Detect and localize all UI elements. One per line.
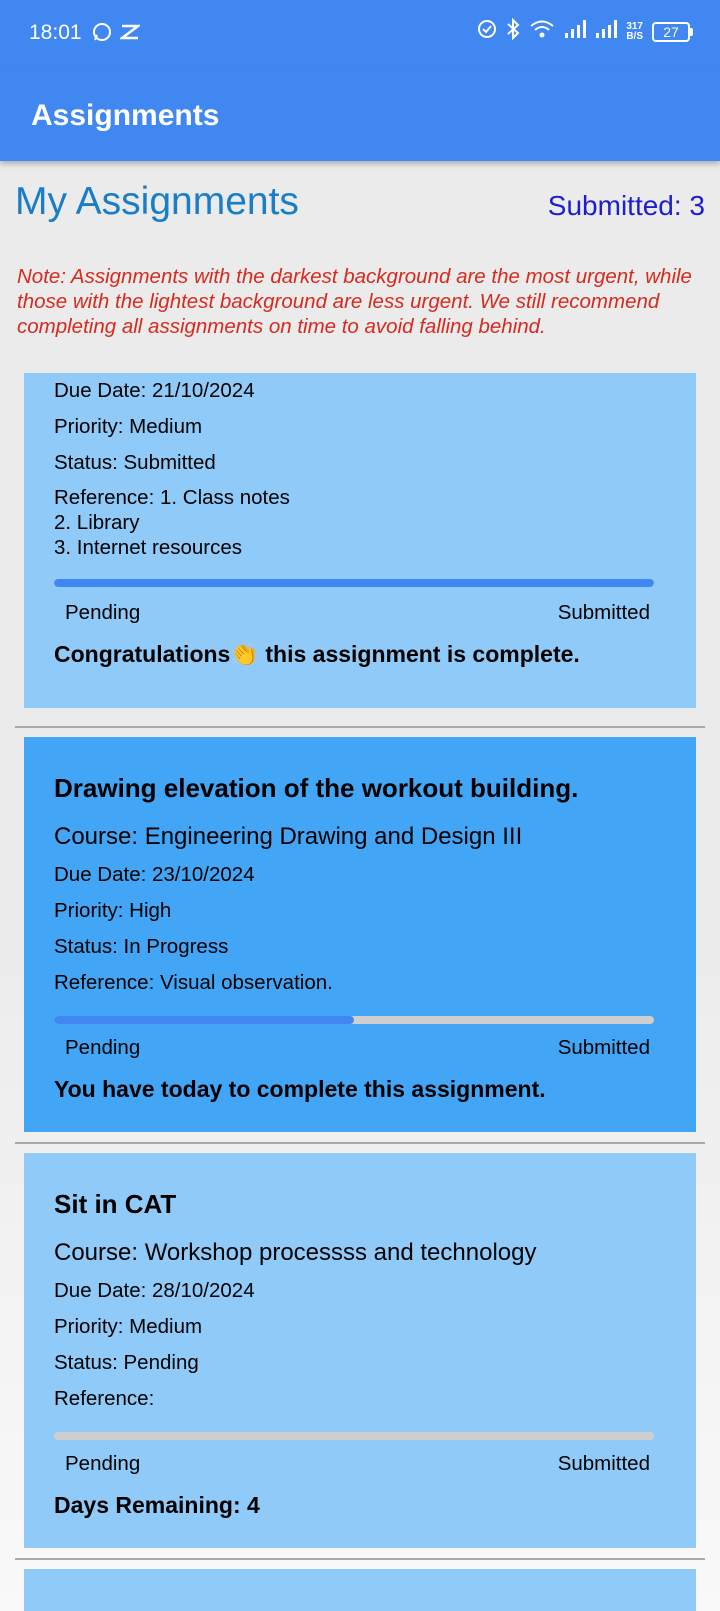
priority: Priority: Medium <box>54 415 203 438</box>
reference: Reference: Visual observation. <box>54 971 333 994</box>
submitted-label: Submitted <box>557 601 650 624</box>
battery-icon: 27 <box>652 21 693 42</box>
assignment-title: Drawing elevation of the workout buildin… <box>54 773 579 803</box>
pending-label: Pending <box>65 1036 141 1059</box>
notification-icon <box>118 22 142 47</box>
assignment-card[interactable] <box>24 1569 696 1611</box>
signal-icon <box>564 19 587 44</box>
bluetooth-icon <box>506 17 520 45</box>
network-speed: 317 B/S <box>626 20 643 42</box>
priority: Priority: High <box>54 899 172 922</box>
priority: Priority: Medium <box>54 1315 203 1338</box>
pending-label: Pending <box>65 1452 141 1475</box>
signal-icon-2 <box>595 19 618 44</box>
assignment-card[interactable]: Due Date: 21/10/2024 Priority: Medium St… <box>24 373 696 708</box>
status: Status: Pending <box>54 1351 199 1374</box>
status-time: 18:01 <box>29 21 82 44</box>
app-bar-title: Assignments <box>31 99 220 132</box>
status-bar: 18:01 317 B/S 27 <box>0 0 720 68</box>
assignment-message: Congratulations👏 this assignment is comp… <box>54 641 580 667</box>
assignment-card[interactable]: Sit in CAT Course: Workshop processss an… <box>24 1153 696 1548</box>
submitted-label: Submitted <box>557 1036 650 1059</box>
divider <box>15 1142 705 1144</box>
assignment-list[interactable]: Due Date: 21/10/2024 Priority: Medium St… <box>0 373 720 1611</box>
assignment-message: Days Remaining: 4 <box>54 1492 260 1518</box>
reference: Reference: <box>54 1387 155 1410</box>
due-date: Due Date: 23/10/2024 <box>54 863 255 886</box>
assignment-message: You have today to complete this assignme… <box>54 1076 546 1102</box>
submitted-count: Submitted: 3 <box>547 190 705 221</box>
progress-bar <box>54 1432 654 1440</box>
divider <box>15 1558 705 1560</box>
app-bar: Assignments <box>0 68 720 161</box>
progress-bar <box>54 579 654 587</box>
course: Course: Workshop processss and technolog… <box>54 1239 537 1266</box>
reference: Reference: 1. Class notes 2. Library 3. … <box>54 486 290 559</box>
clapping-hands-icon: 👏 <box>230 641 259 667</box>
urgency-note: Note: Assignments with the darkest backg… <box>17 265 692 338</box>
assignment-title: Sit in CAT <box>54 1189 177 1219</box>
course: Course: Engineering Drawing and Design I… <box>54 823 523 850</box>
status: Status: Submitted <box>54 451 216 474</box>
due-date: Due Date: 21/10/2024 <box>54 379 255 402</box>
whatsapp-icon <box>92 22 112 47</box>
progress-fill <box>54 579 654 587</box>
progress-bar <box>54 1016 654 1024</box>
page-title: My Assignments <box>15 180 299 223</box>
divider <box>15 726 705 728</box>
submitted-label: Submitted <box>557 1452 650 1475</box>
data-saver-icon <box>477 19 497 44</box>
status: Status: In Progress <box>54 935 229 958</box>
due-date: Due Date: 28/10/2024 <box>54 1279 255 1302</box>
assignment-card[interactable]: Drawing elevation of the workout buildin… <box>24 737 696 1132</box>
wifi-icon <box>529 19 555 44</box>
progress-fill <box>54 1016 354 1024</box>
pending-label: Pending <box>65 601 141 624</box>
